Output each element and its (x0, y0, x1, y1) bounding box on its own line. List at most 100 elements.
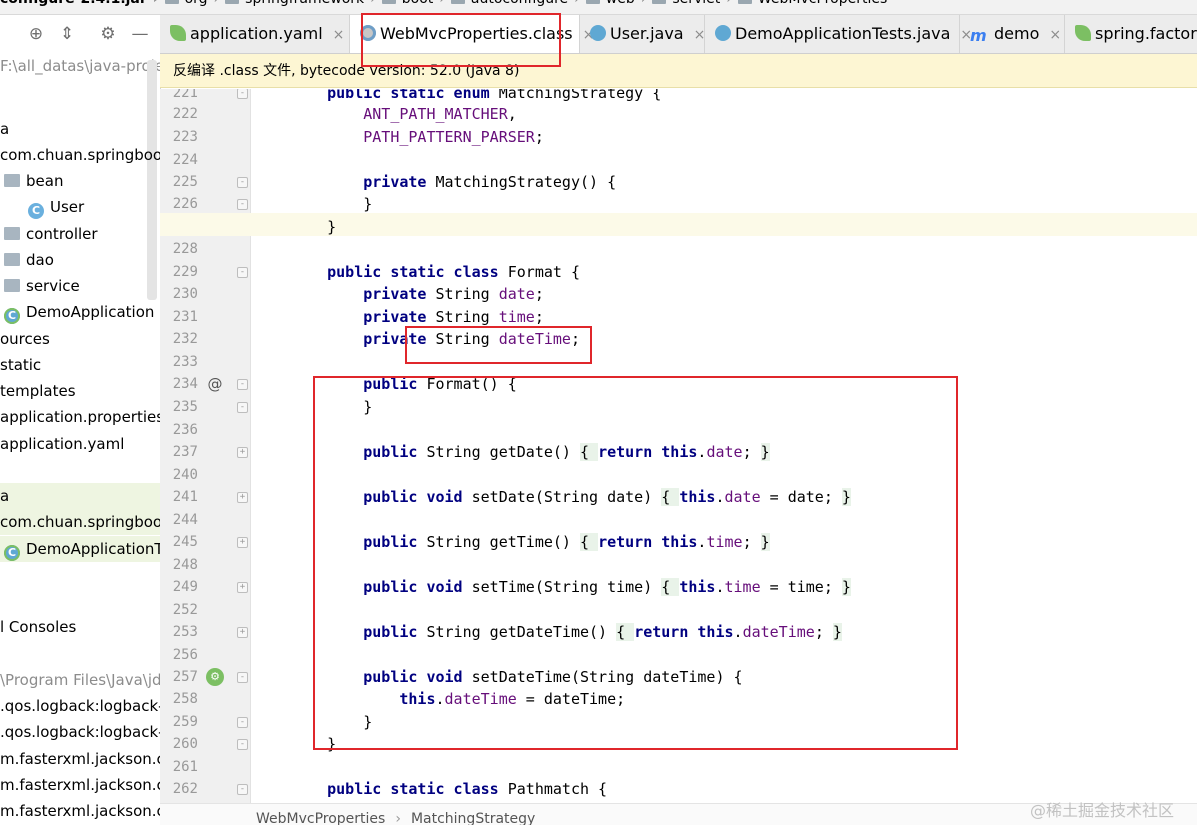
tree-node[interactable]: C User (0, 194, 160, 220)
line-number: 253 (172, 624, 198, 640)
line-number: 261 (172, 759, 198, 775)
code-token: String (435, 308, 499, 326)
code-line: private String date; (291, 283, 544, 305)
override-icon[interactable]: @ (206, 375, 224, 393)
tree-node[interactable]: a (0, 483, 160, 509)
tree-node-label: .qos.logback:logback- (0, 697, 161, 715)
gear-icon[interactable]: ⚙ (99, 25, 117, 43)
line-number: 224 (172, 152, 198, 168)
code-token: } (760, 533, 770, 551)
tree-node[interactable]: m.fasterxml.jackson.co (0, 746, 160, 772)
folder-icon (225, 0, 240, 4)
line-number: 260 (172, 736, 198, 752)
java-class-icon (590, 25, 606, 41)
fold-expand-icon[interactable]: + (237, 492, 248, 503)
locate-icon[interactable]: ⊕ (27, 25, 45, 43)
tree-node[interactable]: application.yaml (0, 431, 160, 457)
fold-collapse-icon[interactable]: - (237, 199, 248, 210)
editor-breadcrumb-item[interactable]: MatchingStrategy (411, 811, 535, 825)
tree-node-label: application.yaml (0, 435, 125, 453)
close-icon[interactable]: × (1049, 27, 1061, 43)
tree-node[interactable]: C DemoApplicationT (0, 536, 160, 562)
editor-tab[interactable]: spring.factories (1065, 15, 1197, 53)
breadcrumb-item[interactable]: web › (585, 0, 646, 7)
fold-collapse-icon[interactable]: - (237, 267, 248, 278)
tree-node-label: a (0, 120, 10, 138)
project-panel-toolbar: ⊕ ⇕ ⚙ — (0, 15, 160, 53)
tree-node[interactable]: controller (0, 221, 160, 247)
editor-tab[interactable]: DemoApplicationTests.java × (705, 15, 972, 53)
tree-node[interactable]: C DemoApplication (0, 299, 160, 325)
code-token: setDate(String date) (471, 488, 662, 506)
breadcrumb-item[interactable]: org › (164, 0, 219, 7)
close-icon[interactable]: × (333, 27, 345, 43)
tree-node[interactable]: ources (0, 326, 160, 352)
line-number: 259 (172, 714, 198, 730)
code-token: time (498, 308, 535, 326)
tree-node[interactable]: m.fasterxml.jackson.co (0, 772, 160, 798)
fold-expand-icon[interactable]: + (237, 627, 248, 638)
line-number: 225 (172, 174, 198, 190)
line-number: 229 (172, 264, 198, 280)
code-token: . (733, 623, 743, 641)
tree-node[interactable]: .qos.logback:logback- (0, 693, 160, 719)
tree-node[interactable]: l Consoles (0, 614, 160, 640)
class-icon: C (28, 203, 44, 219)
breadcrumb-item[interactable]: configure-2.4.1.jar › (0, 0, 159, 7)
fold-collapse-icon[interactable]: - (237, 89, 248, 99)
code-token: date (498, 285, 535, 303)
spring-bean-icon[interactable]: ⚙ (206, 668, 224, 686)
tree-node[interactable]: static (0, 352, 160, 378)
code-token: this (679, 578, 716, 596)
tree-node[interactable]: dao (0, 247, 160, 273)
tree-node-label: com.chuan.springboo (0, 146, 161, 164)
fold-expand-icon[interactable]: + (237, 447, 248, 458)
fold-collapse-icon[interactable]: - (237, 177, 248, 188)
breadcrumb-item[interactable]: servlet › (652, 0, 732, 7)
tree-node[interactable]: application.properties (0, 404, 160, 430)
close-icon[interactable]: × (694, 27, 706, 43)
spring-class-icon: C (4, 308, 20, 324)
editor-tab[interactable]: application.yaml × (160, 15, 350, 53)
breadcrumb-item[interactable]: WebMvcProperties (737, 0, 887, 7)
code-token: ; (570, 330, 580, 348)
fold-collapse-icon[interactable]: - (237, 379, 248, 390)
tree-node[interactable]: templates (0, 378, 160, 404)
breadcrumb-item[interactable]: springframework › (225, 0, 376, 7)
code-token: { (580, 443, 599, 461)
tree-node-label: m.fasterxml.jackson.co (0, 750, 161, 768)
breadcrumb-label: configure-2.4.1.jar (0, 0, 147, 7)
fold-collapse-icon[interactable]: - (237, 717, 248, 728)
code-editor[interactable]: 221-222223224225-226-227228229-230231232… (160, 89, 1197, 803)
editor-tab[interactable]: m demo × (960, 15, 1065, 53)
tree-node[interactable]: m.fasterxml.jackson.co (0, 798, 160, 824)
editor-tab[interactable]: WebMvcProperties.class × (350, 15, 594, 53)
gutter-separator (250, 89, 251, 803)
tree-node-label: static (0, 356, 42, 374)
fold-expand-icon[interactable]: + (237, 582, 248, 593)
editor-tab[interactable]: User.java × (580, 15, 705, 53)
code-line: public Format() { (291, 373, 517, 395)
code-token: public static class (327, 263, 508, 281)
tree-node[interactable]: bean (0, 168, 160, 194)
fold-collapse-icon[interactable]: - (237, 784, 248, 795)
tree-node[interactable]: \Program Files\Java\jd (0, 667, 160, 693)
tree-node[interactable]: com.chuan.springboo (0, 142, 160, 168)
tree-node[interactable]: service (0, 273, 160, 299)
tree-node[interactable]: .qos.logback:logback- (0, 719, 160, 745)
decompiler-notice: 反编译 .class 文件, bytecode version: 52.0 (J… (160, 54, 1197, 88)
tree-node[interactable]: a (0, 116, 160, 142)
breadcrumb-item[interactable]: autoconfigure › (450, 0, 580, 7)
fold-expand-icon[interactable]: + (237, 537, 248, 548)
fold-collapse-icon[interactable]: - (237, 672, 248, 683)
breadcrumb-item[interactable]: boot › (381, 0, 445, 7)
hide-icon[interactable]: — (131, 25, 149, 43)
editor-breadcrumb-item[interactable]: WebMvcProperties (256, 811, 385, 825)
collapse-all-icon[interactable]: ⇕ (58, 25, 76, 43)
fold-collapse-icon[interactable]: - (237, 402, 248, 413)
tree-node[interactable]: com.chuan.springboo (0, 509, 160, 535)
fold-collapse-icon[interactable]: - (237, 739, 248, 750)
